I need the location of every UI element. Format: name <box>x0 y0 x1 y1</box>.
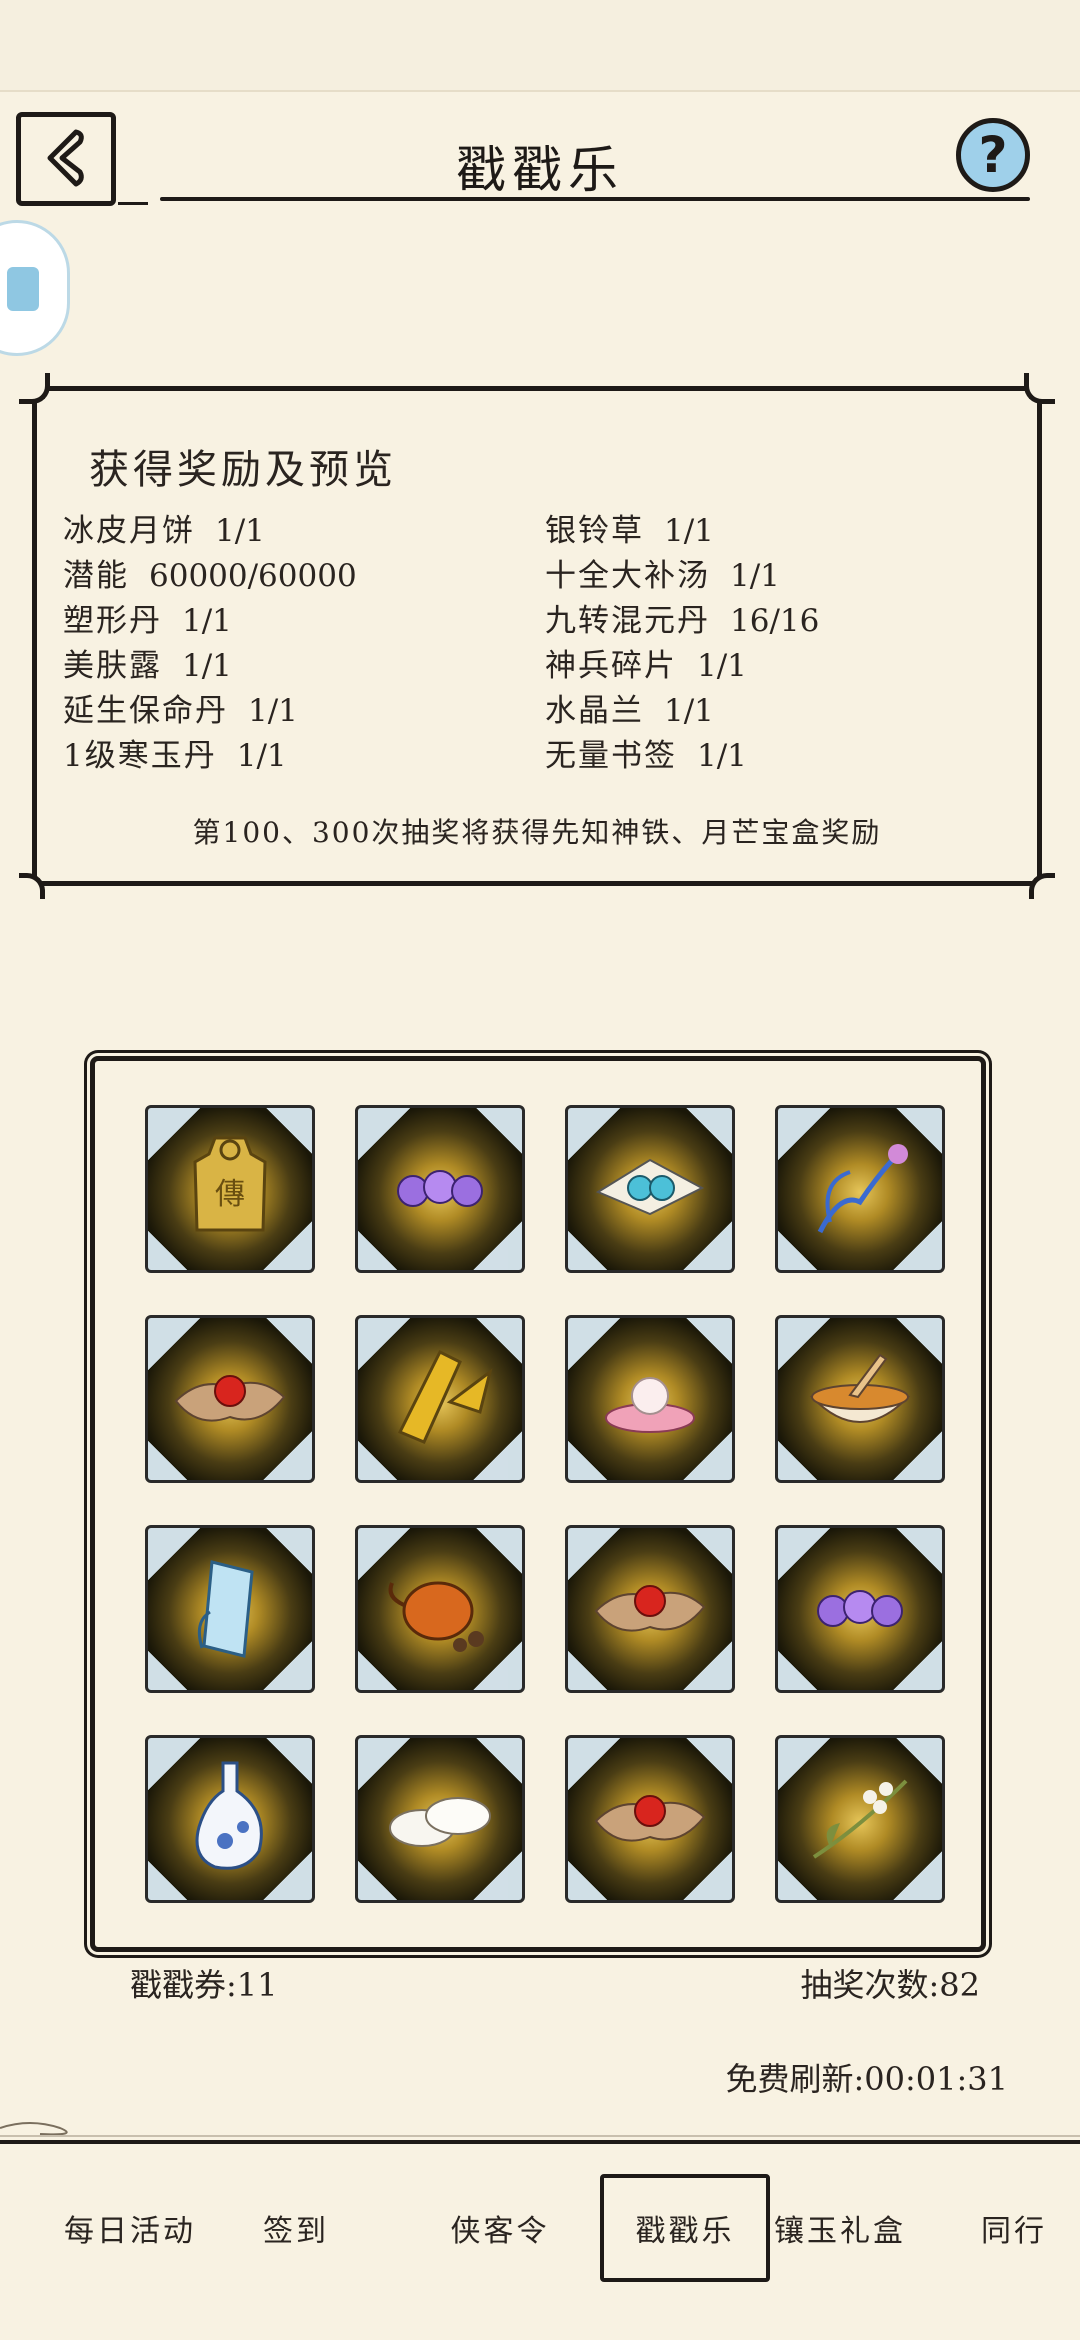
reward-panel-title: 获得奖励及预览 <box>89 447 397 493</box>
poke-tile[interactable] <box>565 1735 735 1903</box>
reward-item: 水晶兰 1/1 <box>545 693 714 729</box>
weapon-fragment-icon <box>380 1342 500 1456</box>
reward-item: 神兵碎片 1/1 <box>545 648 747 684</box>
reward-item: 延生保命丹 1/1 <box>63 693 298 729</box>
title-underline-left <box>118 202 148 205</box>
red-pill-on-paper-icon <box>590 1567 710 1651</box>
reward-item: 十全大补汤 1/1 <box>545 558 780 594</box>
purple-beads-icon <box>805 1577 915 1641</box>
panel-corner <box>19 873 45 899</box>
help-button[interactable]: ? <box>956 118 1030 192</box>
poke-tile[interactable] <box>355 1315 525 1483</box>
poke-tile[interactable]: 傳 <box>145 1105 315 1273</box>
status-bar-area <box>0 0 1080 92</box>
golden-token-icon: 傳 <box>185 1132 275 1246</box>
draw-count: 抽奖次数:82 <box>800 1966 980 2004</box>
tab-5[interactable]: 同行 <box>964 2174 1064 2282</box>
tab-4[interactable]: 镶玉礼盒 <box>760 2174 920 2282</box>
tab-3[interactable]: 戳戳乐 <box>600 2174 770 2282</box>
reward-item: 银铃草 1/1 <box>545 513 714 549</box>
reward-list-left: 冰皮月饼 1/1 潜能 60000/60000 塑形丹 1/1 美肤露 1/1 延生保命… <box>63 509 357 779</box>
floating-side-button[interactable] <box>0 220 70 356</box>
panel-corner <box>1029 873 1055 899</box>
red-pill-on-paper-icon <box>590 1777 710 1861</box>
poke-tile[interactable] <box>145 1735 315 1903</box>
blue-pills-on-paper-icon <box>590 1152 710 1226</box>
bottom-tab-bar: 每日活动 签到 侠客令 戳戳乐 镶玉礼盒 同行 <box>0 2140 1080 2340</box>
poke-tile[interactable] <box>775 1525 945 1693</box>
free-refresh-timer[interactable]: 免费刷新:00:01:31 <box>725 2054 1008 2100</box>
poke-tile[interactable] <box>565 1525 735 1693</box>
white-mooncakes-icon <box>380 1772 500 1866</box>
counters-row: 戳戳券:11 抽奖次数:82 <box>130 1960 980 2010</box>
poke-grid-frame: 傳 <box>90 1056 986 1952</box>
poke-tile[interactable] <box>565 1105 735 1273</box>
poke-tile[interactable] <box>145 1315 315 1483</box>
purple-beads-icon <box>385 1157 495 1221</box>
tab-1[interactable]: 签到 <box>236 2174 356 2282</box>
poke-tile[interactable] <box>775 1315 945 1483</box>
floating-app-icon <box>7 267 39 311</box>
reward-item: 美肤露 1/1 <box>63 648 232 684</box>
poke-tile[interactable] <box>145 1525 315 1693</box>
tab-0[interactable]: 每日活动 <box>50 2174 210 2282</box>
reward-item: 冰皮月饼 1/1 <box>63 513 265 549</box>
reward-item: 无量书签 1/1 <box>545 738 747 774</box>
reward-item: 塑形丹 1/1 <box>63 603 232 639</box>
reward-item: 九转混元丹 16/16 <box>545 603 820 639</box>
reward-preview-panel: 获得奖励及预览 冰皮月饼 1/1 潜能 60000/60000 塑形丹 1/1 美肤露… <box>19 373 1055 899</box>
poke-tile[interactable] <box>775 1735 945 1903</box>
page-title: 戳戳乐 <box>456 141 624 199</box>
poke-tile[interactable] <box>355 1105 525 1273</box>
pearl-shell-icon <box>595 1352 705 1446</box>
reward-item: 1级寒玉丹 1/1 <box>63 738 287 774</box>
soup-bowl-icon <box>800 1347 920 1451</box>
tab-2[interactable]: 侠客令 <box>420 2174 580 2282</box>
question-mark-icon: ? <box>978 126 1008 184</box>
svg-text:傳: 傳 <box>215 1177 245 1212</box>
blue-orchid-icon <box>800 1132 920 1246</box>
ticket-count: 戳戳券:11 <box>130 1966 278 2004</box>
orange-teapot-icon <box>380 1557 500 1661</box>
milestone-note: 第100、300次抽奖将获得先知神铁、月芒宝盒奖励 <box>192 816 882 849</box>
poke-tile[interactable] <box>355 1735 525 1903</box>
poke-tile[interactable] <box>565 1315 735 1483</box>
blue-bookmark-icon <box>190 1552 270 1666</box>
poke-tile[interactable] <box>775 1105 945 1273</box>
reward-item: 潜能 60000/60000 <box>63 558 357 594</box>
red-pill-on-paper-icon <box>170 1357 290 1441</box>
reward-list-right: 银铃草 1/1 十全大补汤 1/1 九转混元丹 16/16 神兵碎片 1/1 水晶兰 1/… <box>545 509 819 779</box>
porcelain-bottle-icon <box>185 1757 275 1881</box>
silver-bell-herb-icon <box>800 1767 920 1871</box>
poke-tile[interactable] <box>355 1525 525 1693</box>
